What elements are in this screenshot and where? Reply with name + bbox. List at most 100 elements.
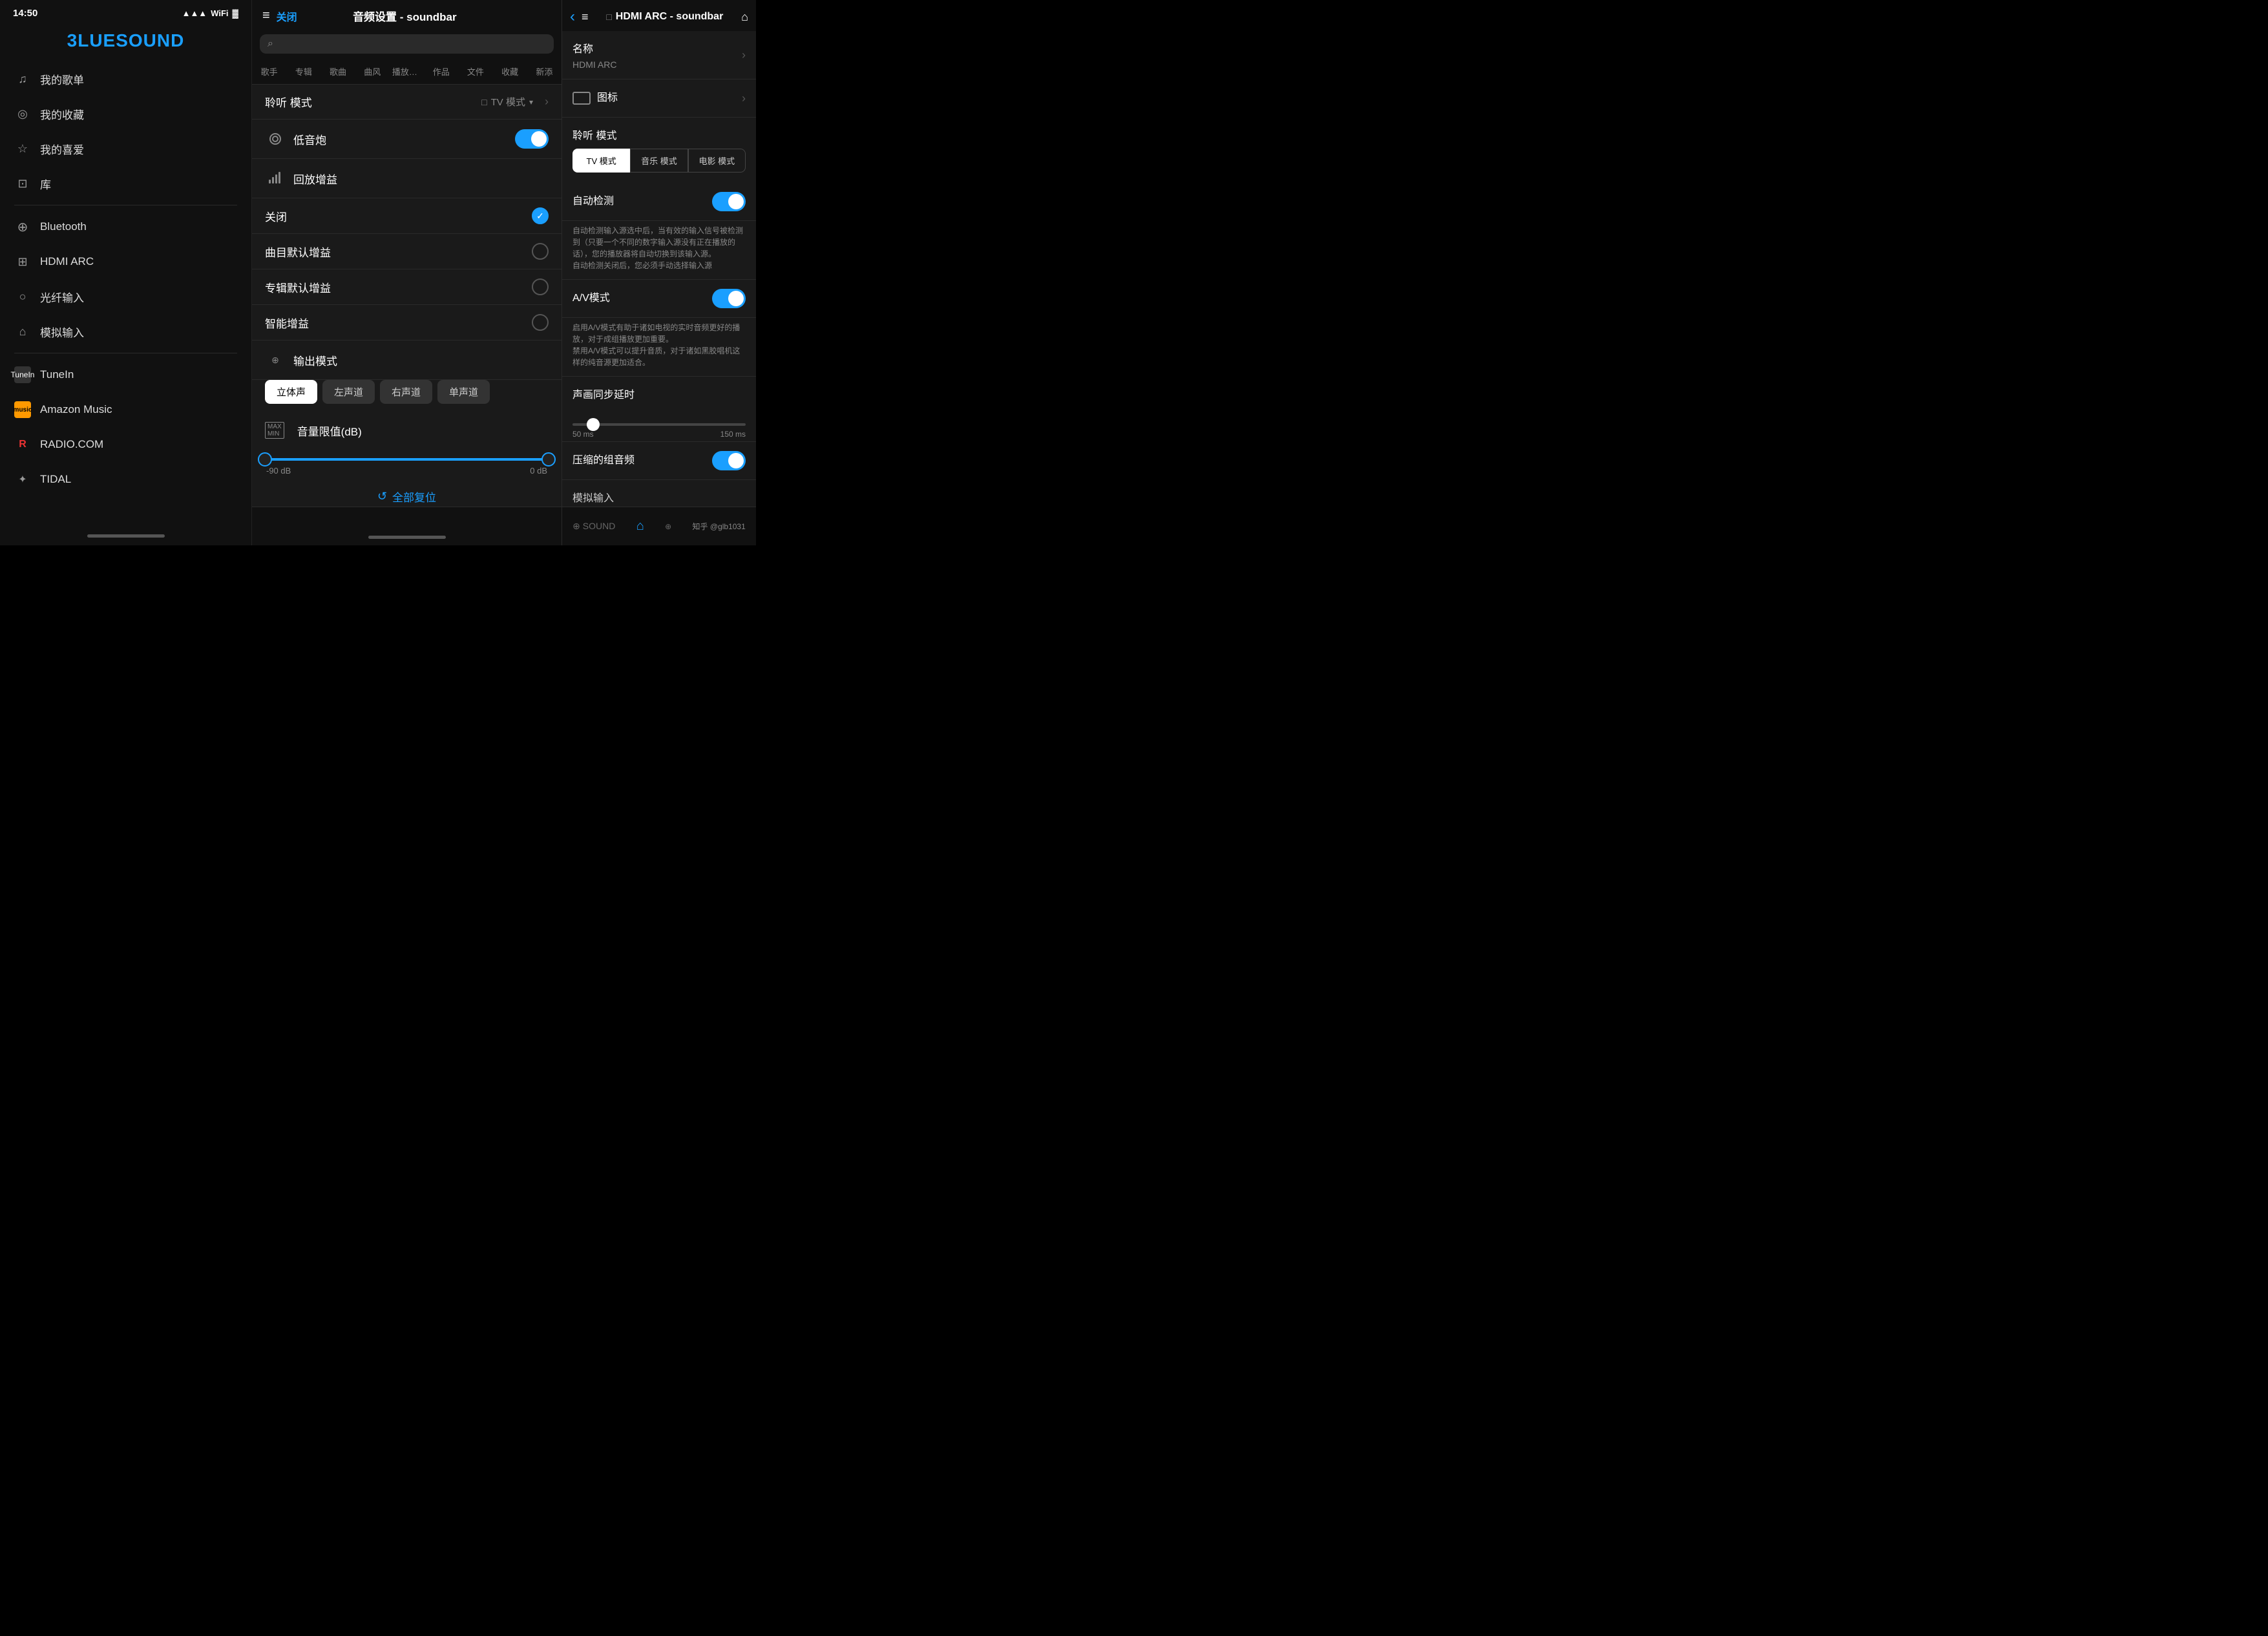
sidebar-label-library: 库: [40, 176, 51, 192]
analog-label: 模拟输入: [572, 489, 746, 505]
library-icon: ⊡: [14, 175, 31, 192]
track-gain-row: 曲目默认增益: [252, 234, 562, 269]
subwoofer-toggle[interactable]: [515, 129, 549, 149]
audio-settings-title: 音频设置 - soundbar: [297, 8, 512, 24]
smart-gain-row: 智能增益: [252, 305, 562, 341]
auto-detect-row: 自动检测: [562, 183, 756, 221]
home-icon[interactable]: ⌂: [741, 10, 748, 24]
av-mode-toggle[interactable]: [712, 289, 746, 308]
sync-delay-track[interactable]: [572, 423, 746, 426]
analog-row[interactable]: 模拟输入: [562, 480, 756, 507]
listen-mode-section-label: 聆听 模式: [572, 127, 746, 142]
tab-album[interactable]: 专辑: [286, 59, 320, 84]
av-mode-desc: 启用A/V模式有助于诸如电视的实时音频更好的播放，对于成组播放更加重要。禁用A/…: [562, 318, 756, 377]
listen-mode-row[interactable]: 聆听 模式 □ TV 模式 ▾ ›: [252, 85, 562, 120]
sidebar-item-bluetooth[interactable]: ⊕ Bluetooth: [6, 209, 245, 244]
back-icon[interactable]: ‹: [570, 8, 575, 26]
album-gain-label: 专辑默认增益: [265, 279, 524, 295]
sidebar-item-my-favorites[interactable]: ◎ 我的收藏: [6, 96, 245, 131]
playback-gain-row[interactable]: 回放增益: [252, 159, 562, 198]
track-gain-label: 曲目默认增益: [265, 244, 524, 260]
close-button[interactable]: 关闭: [277, 8, 297, 24]
auto-detect-desc: 自动检测输入源选中后，当有效的输入信号被检测到（只要一个不同的数字输入源没有正在…: [562, 221, 756, 280]
amazon-icon: music: [14, 401, 31, 418]
album-gain-radio[interactable]: [532, 278, 549, 295]
sidebar-panel: 14:50 ▲▲▲ WiFi ▓ 3LUESOUND ♫ 我的歌单 ◎ 我的收藏…: [0, 0, 252, 545]
sync-delay-label: 声画同步延时: [572, 386, 746, 401]
search-input[interactable]: [278, 39, 546, 50]
menu-icon[interactable]: ≡: [582, 10, 589, 24]
tab-favorites[interactable]: 收藏: [493, 59, 527, 84]
search-bar: ⌕: [252, 29, 562, 59]
gain-close-row: 关闭: [252, 198, 562, 234]
tab-genre[interactable]: 曲风: [355, 59, 390, 84]
mode-right[interactable]: 右声道: [380, 380, 432, 404]
hamburger-icon[interactable]: ≡: [262, 8, 270, 23]
tab-new[interactable]: 新添: [527, 59, 562, 84]
volume-slider-thumb-left[interactable]: [258, 452, 272, 467]
right-title: □ HDMI ARC - soundbar: [594, 11, 737, 23]
tab-file[interactable]: 文件: [458, 59, 492, 84]
name-arrow: ›: [742, 48, 746, 62]
sidebar-label-bluetooth: Bluetooth: [40, 220, 87, 233]
sidebar-label-radio: RADIO.COM: [40, 438, 103, 451]
track-gain-radio[interactable]: [532, 243, 549, 260]
monitor-icon: □: [606, 12, 611, 22]
listen-mode-music[interactable]: 音乐 模式: [630, 149, 688, 173]
sidebar-item-analog[interactable]: ⌂ 模拟输入: [6, 314, 245, 349]
compressed-row: 压缩的组音频: [562, 441, 756, 480]
name-row[interactable]: 名称 HDMI ARC ›: [562, 31, 756, 79]
sidebar-item-radio[interactable]: R RADIO.COM: [6, 427, 245, 462]
reset-row[interactable]: ↺ 全部复位: [252, 478, 562, 507]
volume-slider-thumb-right[interactable]: [541, 452, 556, 467]
sidebar-label-my-liked: 我的喜爱: [40, 141, 84, 157]
auto-detect-label: 自动检测: [572, 192, 712, 207]
sidebar-label-amazon: Amazon Music: [40, 403, 112, 416]
icon-row[interactable]: 图标 ›: [562, 79, 756, 118]
tab-singer[interactable]: 歌手: [252, 59, 286, 84]
sync-delay-thumb[interactable]: [587, 418, 600, 431]
dropdown-icon: ▾: [529, 98, 533, 107]
status-bar-left: 14:50 ▲▲▲ WiFi ▓: [0, 0, 251, 24]
gain-close-radio[interactable]: [532, 207, 549, 224]
bottom-nav-cast-icon[interactable]: ⊕: [665, 522, 671, 531]
sidebar-item-hdmi-arc[interactable]: ⊞ HDMI ARC: [6, 244, 245, 279]
auto-detect-toggle[interactable]: [712, 192, 746, 211]
audio-settings-panel: ≡ 关闭 音频设置 - soundbar ⌕ 歌手 专辑 歌曲 曲风 播放列表 …: [252, 0, 562, 545]
smart-gain-radio[interactable]: [532, 314, 549, 331]
right-title-text: HDMI ARC - soundbar: [616, 11, 724, 23]
listen-mode-value: TV 模式: [491, 95, 525, 109]
sidebar-label-analog: 模拟输入: [40, 324, 84, 340]
search-box[interactable]: ⌕: [260, 34, 554, 54]
sidebar-item-library[interactable]: ⊡ 库: [6, 166, 245, 201]
mode-left[interactable]: 左声道: [322, 380, 375, 404]
battery-icon: ▓: [233, 8, 238, 18]
panel-tabs: 歌手 专辑 歌曲 曲风 播放列表 作品 文件 收藏 新添: [252, 59, 562, 85]
volume-slider-fill: [265, 458, 549, 461]
tab-playlist[interactable]: 播放列表: [390, 59, 424, 84]
bottom-nav-home-icon[interactable]: ⌂: [636, 519, 644, 534]
radio-icon: R: [14, 436, 31, 453]
tab-track[interactable]: 歌曲: [320, 59, 355, 84]
sidebar-item-optical[interactable]: ○ 光纤输入: [6, 279, 245, 314]
volume-slider-track[interactable]: [265, 458, 549, 461]
sidebar-item-my-playlist[interactable]: ♫ 我的歌单: [6, 61, 245, 96]
sidebar-item-tidal[interactable]: ✦ TIDAL: [6, 462, 245, 497]
tab-work[interactable]: 作品: [424, 59, 458, 84]
output-mode-icon: ⊕: [265, 350, 286, 370]
sidebar-item-tunein[interactable]: TuneIn TuneIn: [6, 357, 245, 392]
bottom-nav-watermark: 知乎 @glb1031: [693, 521, 746, 532]
mode-mono[interactable]: 单声道: [437, 380, 490, 404]
listen-mode-cinema[interactable]: 电影 模式: [688, 149, 746, 173]
compressed-toggle[interactable]: [712, 451, 746, 470]
listen-mode-section: 聆听 模式: [562, 118, 756, 149]
listen-mode-tv[interactable]: TV 模式: [572, 149, 630, 173]
chevron-right-icon: ›: [545, 95, 549, 109]
logo-area: 3LUESOUND: [0, 24, 251, 61]
sidebar-item-amazon[interactable]: music Amazon Music: [6, 392, 245, 427]
sidebar-item-my-liked[interactable]: ☆ 我的喜爱: [6, 131, 245, 166]
mode-stereo[interactable]: 立体声: [265, 380, 317, 404]
settings-content: 聆听 模式 □ TV 模式 ▾ › 低音炮: [252, 85, 562, 507]
bottom-nav-sound-icon[interactable]: ⊕ SOUND: [572, 521, 615, 532]
subwoofer-row: 低音炮: [252, 120, 562, 159]
